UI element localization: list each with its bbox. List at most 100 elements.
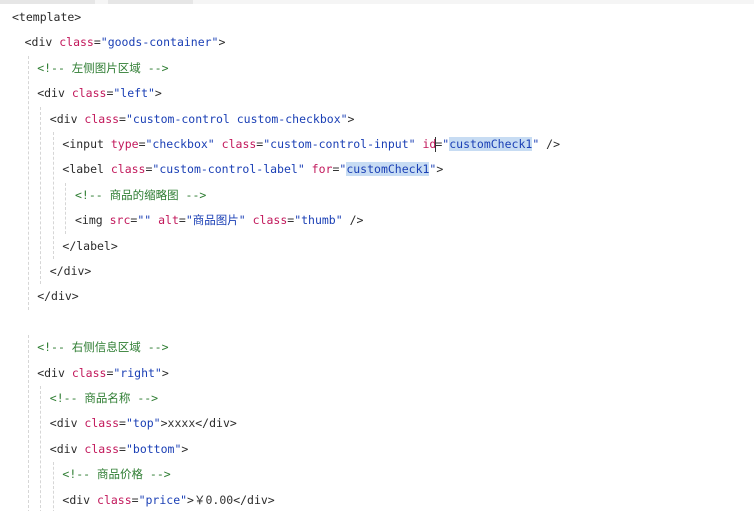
code-line[interactable]: <!-- 左侧图片区域 --> — [37, 56, 168, 81]
tag-token: <div — [49, 441, 85, 456]
tag-token: <div — [37, 86, 72, 101]
code-line[interactable]: <!-- 右侧信息区域 --> — [37, 335, 168, 360]
code-line[interactable]: <!-- 商品名称 --> — [50, 386, 158, 411]
attribute-name: for — [311, 162, 333, 177]
tag-token: > — [436, 162, 444, 177]
attribute-value: "right" — [113, 365, 162, 380]
code-editor[interactable]: <template> <div class="goods-container"> <… — [0, 0, 754, 511]
attribute-value: "goods-container" — [100, 35, 219, 50]
code-comment: <!-- 商品价格 --> — [62, 467, 171, 482]
code-line[interactable]: <div class="goods-container"> — [25, 30, 226, 55]
code-line[interactable]: </label> — [62, 234, 117, 259]
attribute-name: class — [84, 416, 120, 431]
attribute-name: alt — [158, 213, 179, 228]
tag-token: > — [161, 365, 169, 380]
tag-token: > — [154, 86, 162, 101]
indent-guide — [40, 386, 42, 511]
code-line[interactable]: <!-- 商品的缩略图 --> — [75, 183, 206, 208]
code-token: = — [119, 111, 126, 126]
code-line[interactable]: <label class="custom-control-label" for=… — [62, 157, 443, 182]
tag-token: > — [347, 111, 355, 126]
attribute-name: class — [221, 137, 257, 151]
code-line[interactable]: <div class="top">xxxx</div> — [50, 411, 237, 436]
code-line[interactable]: <div class="custom-control custom-checkb… — [50, 107, 355, 132]
indent-guide — [65, 182, 67, 234]
attribute-name: class — [84, 441, 120, 456]
attribute-name: class — [252, 213, 288, 228]
attribute-name: class — [59, 35, 94, 50]
attribute-name: class — [71, 86, 107, 101]
attribute-name: src — [109, 213, 131, 228]
editor-tab[interactable] — [0, 0, 95, 4]
tag-token: <img — [75, 213, 110, 228]
indent-guide — [52, 462, 54, 511]
tag-token: </div> — [233, 492, 275, 507]
tag-token: /> — [546, 137, 561, 151]
indent-guide — [52, 132, 54, 259]
tag-token: > — [218, 35, 226, 50]
attribute-value: "top" — [125, 416, 161, 431]
code-line[interactable]: <div class="bottom"> — [50, 437, 189, 462]
attribute-name: class — [110, 162, 146, 177]
code-line[interactable]: </div> — [37, 284, 79, 309]
attribute-value: "custom-control custom-checkbox" — [125, 111, 348, 126]
code-line[interactable]: <div class="right"> — [37, 361, 169, 386]
editor-top-bar — [0, 0, 754, 4]
attribute-name: class — [97, 492, 132, 507]
attribute-value: "left" — [113, 86, 155, 101]
attribute-value: " — [532, 137, 547, 151]
tag-token: <div — [49, 416, 85, 431]
code-line[interactable]: <div class="price">￥0.00</div> — [62, 488, 274, 511]
selected-text: customCheck1 — [449, 137, 533, 151]
selected-text: customCheck1 — [346, 162, 430, 177]
attribute-name: class — [84, 111, 120, 126]
attribute-value: "price" — [138, 492, 188, 507]
code-line[interactable]: <div class="left"> — [37, 81, 162, 106]
tag-token: </div> — [37, 289, 79, 304]
tag-token: <div — [49, 111, 85, 126]
indent-guide — [27, 335, 29, 511]
tag-token: <template> — [12, 10, 82, 24]
tag-token: </div> — [49, 264, 92, 278]
code-token: = — [138, 137, 146, 151]
tag-token: > — [181, 441, 189, 456]
editor-tab[interactable] — [108, 0, 193, 4]
code-comment: <!-- 商品名称 --> — [49, 391, 159, 405]
tag-token: > — [187, 492, 194, 507]
code-line[interactable]: <img src="" alt="商品图片" class="thumb" /> — [75, 208, 363, 233]
attribute-name: class — [71, 365, 107, 380]
attribute-value: "thumb" — [294, 213, 350, 228]
code-comment: <!-- 商品的缩略图 --> — [75, 187, 207, 202]
code-line[interactable]: <template> — [12, 5, 81, 30]
tag-token: <div — [37, 365, 72, 380]
tag-token: </label> — [62, 238, 118, 253]
indent-guide — [27, 55, 29, 310]
code-token: = — [119, 441, 126, 456]
attribute-value: "" — [137, 213, 159, 228]
code-token: xxxx — [167, 416, 196, 431]
tag-token: </div> — [195, 416, 237, 431]
code-line[interactable]: <input type="checkbox" class="custom-con… — [62, 132, 560, 157]
code-token: = — [93, 35, 101, 50]
attribute-value: "checkbox" — [145, 137, 222, 151]
attribute-value: "商品图片" — [185, 213, 253, 228]
indent-guide — [40, 106, 42, 285]
tag-token: <label — [62, 162, 111, 177]
attribute-name: type — [110, 137, 139, 151]
tag-token: <div — [62, 492, 98, 507]
tag-token: > — [160, 416, 168, 431]
attribute-value: "custom-control-label" — [152, 162, 312, 177]
tag-token: <input — [62, 137, 111, 151]
attribute-value: "bottom" — [125, 441, 182, 456]
code-token: = — [178, 213, 186, 228]
attribute-value: "custom-control-input" — [263, 137, 423, 151]
tag-token: /> — [349, 213, 364, 228]
code-line[interactable]: </div> — [50, 259, 92, 284]
code-token: = — [119, 416, 126, 431]
code-comment: <!-- 右侧信息区域 --> — [37, 340, 169, 355]
code-comment: <!-- 左侧图片区域 --> — [37, 60, 169, 75]
code-token: ￥0.00 — [193, 492, 234, 507]
code-line[interactable]: <!-- 商品价格 --> — [62, 462, 170, 487]
tag-token: <div — [24, 35, 60, 50]
code-token: = — [131, 492, 139, 507]
